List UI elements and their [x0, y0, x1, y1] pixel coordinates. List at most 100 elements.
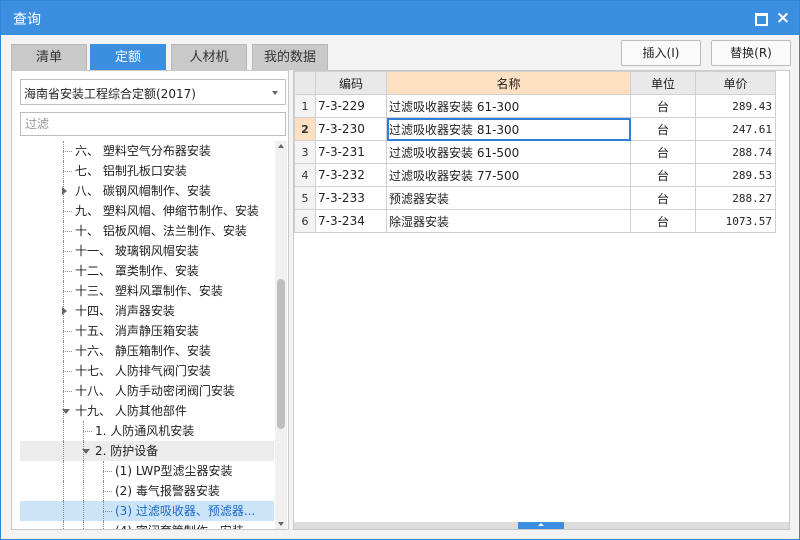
name-cell[interactable]: 除湿器安装	[386, 209, 631, 233]
maximize-icon[interactable]	[751, 9, 769, 27]
price-cell[interactable]: 288.74	[695, 140, 776, 164]
tree-item[interactable]: 七、 铝制孔板口安装	[20, 161, 274, 181]
row-number-cell[interactable]: 5	[294, 186, 316, 210]
grid-horizontal-scrollbar[interactable]	[294, 522, 789, 529]
tree-item-label: 十九、 人防其他部件	[75, 404, 187, 418]
tree-item[interactable]: (3) 过滤吸收器、预滤器...	[20, 501, 274, 521]
code-cell[interactable]: 7-3-230	[315, 117, 387, 141]
tree-guide-line	[63, 371, 72, 372]
tree-guide-line	[63, 171, 72, 172]
name-cell[interactable]: 过滤吸收器安装 61-300	[386, 94, 631, 118]
price-cell[interactable]: 288.27	[695, 186, 776, 210]
name-cell[interactable]: 过滤吸收器安装 77-500	[386, 163, 631, 187]
tree-item[interactable]: (1) LWP型滤尘器安装	[20, 461, 274, 481]
column-header-code[interactable]: 编码	[315, 71, 387, 95]
tree-guide-line	[103, 471, 112, 472]
row-number-cell[interactable]: 4	[294, 163, 316, 187]
tree-expand-icon[interactable]	[62, 307, 67, 315]
table-row[interactable]: 2 7-3-230 过滤吸收器安装 81-300 台 247.61	[294, 117, 776, 141]
tree-item[interactable]: 九、 塑料风帽、伸缩节制作、安装	[20, 201, 274, 221]
chevron-down-icon[interactable]	[272, 91, 278, 95]
code-cell[interactable]: 7-3-229	[315, 94, 387, 118]
quota-grid: 编码 名称 单位 单价 1 7-3-229 过滤吸收器安装 61-300 台 289.4…	[293, 70, 790, 530]
close-icon[interactable]: ×	[774, 9, 792, 27]
tree-collapse-icon[interactable]	[82, 449, 90, 454]
unit-cell[interactable]: 台	[630, 117, 696, 141]
tree-item[interactable]: 十九、 人防其他部件	[20, 401, 274, 421]
name-cell[interactable]: 预滤器安装	[386, 186, 631, 210]
tree-item[interactable]: 十、 铝板风帽、法兰制作、安装	[20, 221, 274, 241]
tree-scrollbar[interactable]	[275, 141, 287, 529]
row-number-cell[interactable]: 6	[294, 209, 316, 233]
tree-guide-line	[63, 151, 72, 152]
code-cell[interactable]: 7-3-233	[315, 186, 387, 210]
unit-cell[interactable]: 台	[630, 186, 696, 210]
name-cell[interactable]: 过滤吸收器安装 61-500	[386, 140, 631, 164]
tree-item[interactable]: (2) 毒气报警器安装	[20, 481, 274, 501]
price-cell[interactable]: 289.53	[695, 163, 776, 187]
tree-item-label: (4) 密闭套管制作、安装	[115, 521, 244, 529]
table-row[interactable]: 6 7-3-234 除湿器安装台 1073.57	[294, 209, 776, 233]
row-number-cell[interactable]: 1	[294, 94, 316, 118]
tree-expand-icon[interactable]	[62, 187, 67, 195]
code-cell[interactable]: 7-3-232	[315, 163, 387, 187]
tree-guide-line	[63, 251, 72, 252]
chevron-up-icon[interactable]	[538, 523, 544, 526]
tree-item[interactable]: 八、 碳钢风帽制作、安装	[20, 181, 274, 201]
tree-item[interactable]: (4) 密闭套管制作、安装	[20, 521, 274, 529]
name-cell[interactable]: 过滤吸收器安装 81-300	[386, 117, 631, 141]
tree-item-label: 十六、 静压箱制作、安装	[75, 344, 211, 358]
tree-item[interactable]: 六、 塑料空气分布器安装	[20, 141, 274, 161]
tree-item[interactable]: 十一、 玻璃钢风帽安装	[20, 241, 274, 261]
tree-item[interactable]: 十二、 罩类制作、安装	[20, 261, 274, 281]
scroll-up-icon[interactable]	[278, 144, 284, 148]
price-cell[interactable]: 247.61	[695, 117, 776, 141]
tab-quota[interactable]: 定额	[90, 44, 166, 70]
unit-cell[interactable]: 台	[630, 163, 696, 187]
tree-guide-line	[63, 351, 72, 352]
price-cell[interactable]: 289.43	[695, 94, 776, 118]
title-bar[interactable]: 查询 ×	[1, 1, 799, 35]
column-header-unit[interactable]: 单位	[630, 71, 696, 95]
table-row[interactable]: 3 7-3-231 过滤吸收器安装 61-500 台 288.74	[294, 140, 776, 164]
column-header-name[interactable]: 名称	[386, 71, 631, 95]
code-cell[interactable]: 7-3-231	[315, 140, 387, 164]
scroll-down-icon[interactable]	[278, 522, 284, 526]
tree-item[interactable]: 十六、 静压箱制作、安装	[20, 341, 274, 361]
tree-guide-line	[63, 291, 72, 292]
tree-guide-line	[83, 521, 84, 529]
column-header-price[interactable]: 单价	[695, 71, 776, 95]
row-number-cell[interactable]: 3	[294, 140, 316, 164]
tree-guide-line	[63, 441, 64, 461]
query-dialog: 查询 × 清单 定额 人材机 我的数据 海南省安装工程综合定额(2017) 六、…	[0, 0, 800, 540]
table-row[interactable]: 1 7-3-229 过滤吸收器安装 61-300 台 289.43	[294, 94, 776, 118]
unit-cell[interactable]: 台	[630, 140, 696, 164]
tree-collapse-icon[interactable]	[62, 409, 70, 414]
row-number-header	[294, 71, 316, 95]
table-row[interactable]: 5 7-3-233 预滤器安装台 288.27	[294, 186, 776, 210]
tree-item[interactable]: 十四、 消声器安装	[20, 301, 274, 321]
filter-input[interactable]	[20, 112, 286, 136]
tree-item[interactable]: 十五、 消声静压箱安装	[20, 321, 274, 341]
tree-guide-line	[83, 481, 84, 501]
tree-item[interactable]: 十八、 人防手动密闭阀门安装	[20, 381, 274, 401]
tree-guide-line	[63, 231, 72, 232]
tab-bill[interactable]: 清单	[11, 44, 87, 70]
table-row[interactable]: 4 7-3-232 过滤吸收器安装 77-500 台 289.53	[294, 163, 776, 187]
unit-cell[interactable]: 台	[630, 94, 696, 118]
price-cell[interactable]: 1073.57	[695, 209, 776, 233]
tab-my-data[interactable]: 我的数据	[252, 44, 328, 70]
tree-scroll-thumb[interactable]	[277, 279, 285, 429]
tree-item[interactable]: 十三、 塑料风罩制作、安装	[20, 281, 274, 301]
tree-item[interactable]: 十七、 人防排气阀门安装	[20, 361, 274, 381]
unit-cell[interactable]: 台	[630, 209, 696, 233]
tab-materials[interactable]: 人材机	[171, 44, 247, 70]
tree-item[interactable]: 2. 防护设备	[20, 441, 274, 461]
replace-button[interactable]: 替换(R)	[711, 40, 791, 66]
tree-item[interactable]: 1. 人防通风机安装	[20, 421, 274, 441]
insert-button[interactable]: 插入(I)	[621, 40, 701, 66]
tree-item-label: 九、 塑料风帽、伸缩节制作、安装	[75, 204, 259, 218]
quota-library-select[interactable]: 海南省安装工程综合定额(2017)	[20, 79, 286, 105]
code-cell[interactable]: 7-3-234	[315, 209, 387, 233]
row-number-cell[interactable]: 2	[294, 117, 316, 141]
